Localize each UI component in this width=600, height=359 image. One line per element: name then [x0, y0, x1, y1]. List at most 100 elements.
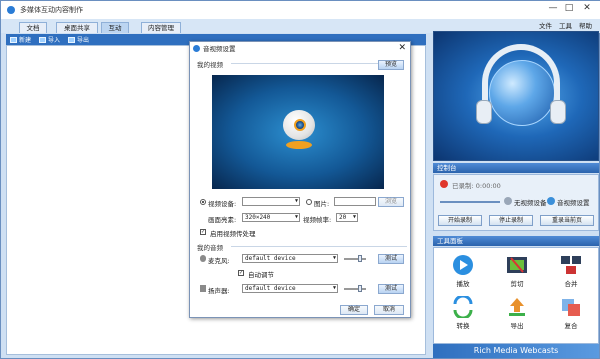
resolution-label: 画面亮素: [208, 216, 237, 224]
tool-play[interactable]: 播放 [443, 254, 483, 288]
cancel-button[interactable]: 取消 [374, 305, 404, 315]
tool-export[interactable]: 导出 [497, 296, 537, 330]
tab-document[interactable]: 文档 [19, 22, 47, 33]
app-logo-icon [7, 6, 15, 14]
image-label: 图片: [314, 200, 330, 208]
speaker-volume-knob[interactable] [358, 285, 362, 292]
new-icon [10, 36, 17, 43]
tool-label: 合并 [564, 280, 578, 288]
camera-off-icon [504, 197, 512, 205]
tool-merge[interactable]: 合并 [551, 254, 591, 288]
maximize-button[interactable]: □ [563, 3, 575, 13]
no-video-device-label: 无视频设备 [514, 199, 547, 207]
export-label: 导出 [77, 37, 90, 44]
export-icon [68, 36, 76, 43]
chevron-down-icon: ▼ [294, 214, 298, 220]
minimize-button[interactable]: — [547, 3, 559, 13]
tool-panel: 播放 剪切 合并 转换 导出 复合 [433, 247, 599, 344]
av-settings-dialog: 音视频设置 ✕ 我的视频 预览 视频设备: ▼ 图片: 浏览 画面亮素: 320… [189, 41, 411, 318]
export-button[interactable]: 导出 [68, 35, 89, 44]
divider [231, 246, 407, 247]
browse-button[interactable]: 浏览 [378, 197, 404, 207]
audio-section-title: 我的音频 [197, 244, 223, 252]
microphone-icon [200, 255, 206, 262]
earcup-left [476, 100, 492, 124]
video-section-title: 我的视频 [197, 61, 223, 69]
image-path-input[interactable] [334, 197, 376, 206]
chevron-down-icon: ▼ [352, 214, 356, 220]
tab-desktop-share[interactable]: 桌面共享 [56, 22, 98, 33]
mic-volume-slider[interactable] [344, 258, 366, 260]
close-button[interactable]: ✕ [581, 3, 593, 13]
dialog-title: 音视频设置 [203, 45, 236, 53]
convert-arrows-icon [453, 296, 473, 318]
enable-video-checkbox[interactable]: ✓ [200, 229, 206, 235]
framerate-label: 视频帧率: [303, 216, 332, 224]
tool-composite[interactable]: 复合 [551, 296, 591, 330]
film-merge-icon [561, 256, 581, 274]
new-label: 新建 [19, 37, 32, 44]
tool-convert[interactable]: 转换 [443, 296, 483, 330]
tool-cut[interactable]: 剪切 [497, 254, 537, 288]
import-button[interactable]: 导入 [39, 35, 60, 44]
app-window: 多媒体互动内容制作 — □ ✕ 文档 桌面共享 互动 内容管理 文件 工具 帮助… [0, 0, 600, 359]
composite-icon [562, 299, 580, 316]
recorded-time: 已录制: 0:00:00 [452, 182, 501, 190]
mic-volume-knob[interactable] [358, 255, 362, 262]
video-device-radio[interactable] [200, 199, 206, 205]
earcup-right [550, 100, 566, 124]
import-icon [39, 36, 47, 43]
brand-footer: Rich Media Webcasts [433, 344, 599, 358]
export-arrow-icon [509, 298, 525, 316]
av-settings-link[interactable]: 音视频设置 [557, 197, 590, 207]
webcam-lens [294, 119, 306, 131]
tab-content-manage[interactable]: 内容管理 [141, 22, 181, 33]
audio-section-header: 我的音频 [197, 242, 407, 252]
tab-interact[interactable]: 互动 [101, 22, 129, 33]
right-pane: 控制台 已录制: 0:00:00 无视频设备 音视频设置 开始录制 停止录制 重… [433, 31, 599, 358]
dialog-title-bar: 音视频设置 [190, 42, 410, 54]
preview-button[interactable]: 预览 [378, 60, 404, 70]
play-icon [453, 255, 473, 275]
resolution-value: 320×240 [245, 214, 271, 221]
start-record-button[interactable]: 开始录制 [438, 215, 482, 226]
mic-select[interactable]: default device ▼ [242, 254, 338, 263]
chevron-down-icon: ▼ [332, 255, 336, 261]
image-radio[interactable] [306, 199, 312, 205]
speaker-icon [200, 285, 206, 292]
ok-button[interactable]: 确定 [340, 305, 368, 315]
video-preview [212, 75, 384, 189]
resolution-select[interactable]: 320×240 ▼ [242, 213, 300, 222]
dialog-icon [193, 44, 200, 52]
control-panel-header: 控制台 [433, 163, 599, 173]
new-button[interactable]: 新建 [10, 35, 31, 44]
tool-label: 复合 [564, 322, 578, 330]
mic-test-button[interactable]: 测试 [378, 254, 404, 264]
framerate-select[interactable]: 20 ▼ [336, 213, 358, 222]
mic-label: 麦克风: [208, 257, 230, 265]
tool-panel-header: 工具面板 [433, 236, 599, 246]
film-scissors-icon [507, 257, 527, 273]
app-title: 多媒体互动内容制作 [20, 6, 83, 14]
speaker-select[interactable]: default device ▼ [242, 284, 338, 293]
progress-bar[interactable] [440, 201, 500, 203]
auto-adjust-checkbox[interactable]: ✓ [238, 270, 244, 276]
dialog-close-button[interactable]: ✕ [398, 42, 406, 54]
chevron-down-icon: ▼ [332, 285, 336, 291]
video-device-label: 视频设备: [208, 200, 237, 208]
chevron-down-icon: ▼ [294, 198, 298, 204]
record-indicator-icon [440, 180, 448, 188]
webcam-base [286, 141, 312, 149]
auto-adjust-label: 自动调节 [248, 271, 274, 279]
tool-label: 导出 [510, 322, 524, 330]
video-device-select[interactable]: ▼ [242, 197, 300, 206]
speaker-test-button[interactable]: 测试 [378, 284, 404, 294]
av-settings-icon [547, 197, 555, 205]
tool-label: 剪切 [510, 280, 524, 288]
tool-label: 播放 [456, 280, 470, 288]
stop-record-button[interactable]: 停止录制 [489, 215, 533, 226]
rerecord-page-button[interactable]: 重录当前页 [540, 215, 594, 226]
framerate-value: 20 [339, 214, 347, 221]
tool-label: 转换 [456, 322, 470, 330]
speaker-volume-slider[interactable] [344, 288, 366, 290]
